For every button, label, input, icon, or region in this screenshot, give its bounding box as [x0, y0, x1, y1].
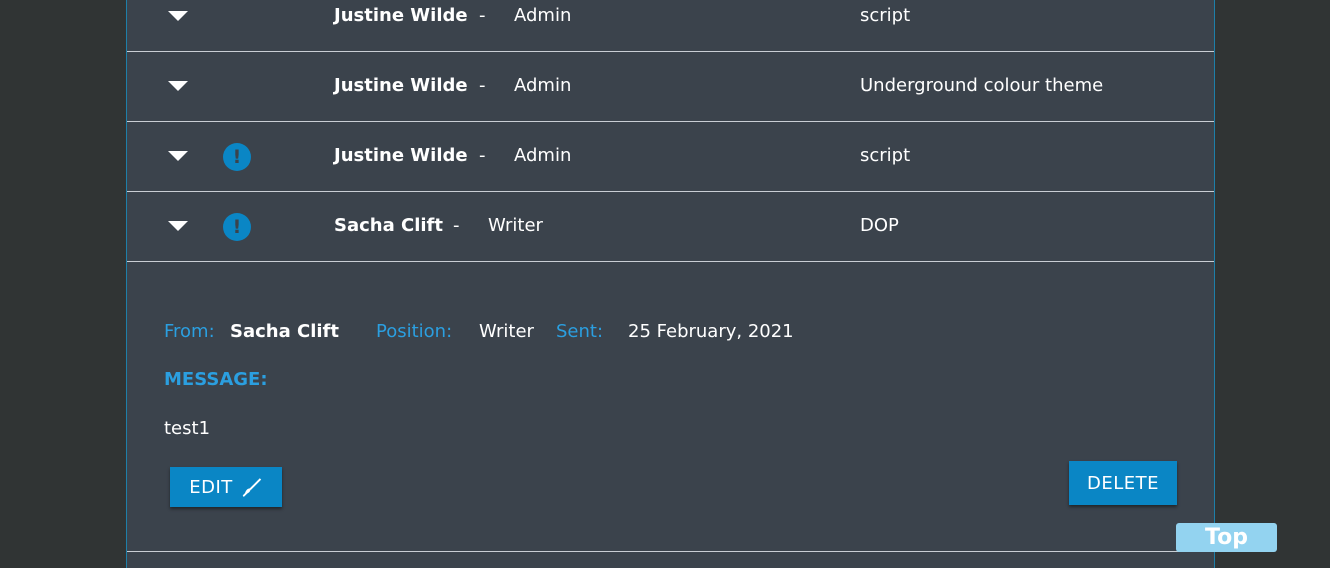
sender-name: Justine Wilde	[334, 145, 468, 166]
message-row[interactable]: Justine Wilde - Admin Underground colour…	[127, 52, 1214, 122]
message-label: MESSAGE:	[164, 369, 268, 390]
caret-down-icon[interactable]	[168, 221, 188, 231]
sender-role: Admin	[514, 5, 572, 26]
edit-button[interactable]: EDIT	[170, 467, 282, 507]
pen-icon	[242, 478, 261, 497]
position-label: Position:	[376, 321, 453, 342]
from-label: From:	[164, 321, 215, 342]
message-subject: script	[860, 145, 911, 166]
separator: -	[479, 75, 486, 96]
sender-role: Admin	[514, 145, 572, 166]
messages-panel: Justine Wilde - Admin script Justine Wil…	[126, 0, 1215, 568]
sent-value: 25 February, 2021	[628, 321, 794, 342]
message-body: test1	[164, 418, 211, 439]
message-row[interactable]: ! Justine Wilde - Admin script	[127, 122, 1214, 192]
sender-role: Writer	[488, 215, 543, 236]
edit-label: EDIT	[189, 476, 233, 498]
sender-role: Admin	[514, 75, 572, 96]
position-value: Writer	[479, 321, 534, 342]
from-value: Sacha Clift	[230, 321, 339, 342]
scroll-top-button[interactable]: Top	[1176, 523, 1277, 552]
separator: -	[479, 5, 486, 26]
caret-down-icon[interactable]	[168, 11, 188, 21]
sender-name: Sacha Clift	[334, 215, 443, 236]
sender-name: Justine Wilde	[334, 5, 468, 26]
sender-name: Justine Wilde	[334, 75, 468, 96]
delete-label: DELETE	[1086, 472, 1159, 494]
exclamation-circle-icon: !	[223, 143, 251, 171]
message-subject: Underground colour theme	[860, 75, 1104, 96]
separator: -	[479, 145, 486, 166]
message-row[interactable]: ! Sacha Clift - Writer DOP	[127, 192, 1214, 262]
top-button-label: Top	[1205, 525, 1248, 550]
message-subject: script	[860, 5, 911, 26]
message-row[interactable]: Justine Wilde - Admin script	[127, 0, 1214, 52]
message-subject: DOP	[860, 215, 899, 236]
delete-button[interactable]: DELETE	[1069, 461, 1177, 505]
separator: -	[453, 215, 460, 236]
caret-down-icon[interactable]	[168, 81, 188, 91]
sent-label: Sent:	[556, 321, 604, 342]
exclamation-circle-icon: !	[223, 213, 251, 241]
message-detail: From: Sacha Clift Position: Writer Sent:…	[127, 261, 1214, 552]
caret-down-icon[interactable]	[168, 151, 188, 161]
